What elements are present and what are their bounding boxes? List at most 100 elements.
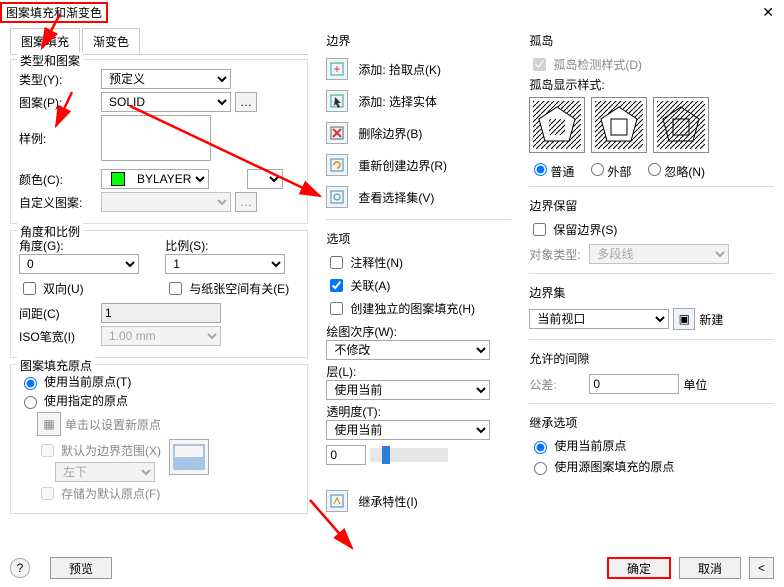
ok-button[interactable]: 确定 <box>607 557 671 579</box>
set-origin-button: ▦ <box>37 412 61 436</box>
collapse-button[interactable]: < <box>749 557 774 579</box>
iso-select[interactable]: 1.00 mm <box>101 326 221 346</box>
iso-label: ISO笔宽(I) <box>19 328 97 345</box>
bidir-checkbox[interactable] <box>23 282 36 295</box>
group-title: 角度和比例 <box>17 223 83 240</box>
default-bound-label: 默认为边界范围(X) <box>61 442 161 459</box>
add-select-label[interactable]: 添加: 选择实体 <box>358 93 437 110</box>
associative-label: 关联(A) <box>350 277 390 294</box>
close-icon[interactable]: ✕ <box>762 4 774 21</box>
add-select-icon[interactable] <box>326 90 348 112</box>
tab-gradient[interactable]: 渐变色 <box>82 28 140 54</box>
help-icon[interactable]: ? <box>10 558 30 578</box>
transparency-slider[interactable] <box>370 448 448 462</box>
boundary-set-new-icon[interactable]: ▣ <box>673 308 695 330</box>
associative-checkbox[interactable] <box>330 279 343 292</box>
inherit-source-radio[interactable] <box>534 462 547 475</box>
preview-button[interactable]: 预览 <box>50 557 112 579</box>
independent-label: 创建独立的图案填充(H) <box>350 300 475 317</box>
objtype-select: 多段线 <box>589 244 729 264</box>
boundary-set-select[interactable]: 当前视口 <box>529 309 669 329</box>
island-detect-label: 孤岛检测样式(D) <box>553 56 642 73</box>
view-selection-label[interactable]: 查看选择集(V) <box>358 189 434 206</box>
custom-pattern-label: 自定义图案: <box>19 194 97 211</box>
island-ignore-icon[interactable] <box>653 97 709 153</box>
origin-preview-icon <box>169 439 209 475</box>
retain-boundary-checkbox[interactable] <box>533 223 546 236</box>
type-label: 类型(Y): <box>19 71 97 88</box>
use-spec-origin-radio[interactable] <box>24 396 37 409</box>
recreate-boundary-icon[interactable] <box>326 154 348 176</box>
window-title: 图案填充和渐变色 <box>0 2 108 23</box>
add-pick-icon[interactable]: + <box>326 58 348 80</box>
paperspace-checkbox[interactable] <box>169 282 182 295</box>
delete-boundary-label[interactable]: 删除边界(B) <box>358 125 422 142</box>
delete-boundary-icon[interactable] <box>326 122 348 144</box>
island-normal-radio[interactable] <box>534 163 547 176</box>
retain-title: 边界保留 <box>529 197 774 214</box>
boundary-set-title: 边界集 <box>529 284 774 301</box>
color-label: 颜色(C): <box>19 171 97 188</box>
island-outer-label: 外部 <box>607 165 631 179</box>
color-swatch-icon <box>111 172 125 186</box>
store-default-label: 存储为默认原点(F) <box>61 485 160 502</box>
tolerance-input[interactable] <box>589 374 679 394</box>
inherit-current-label: 使用当前原点 <box>554 437 626 454</box>
pattern-label: 图案(P): <box>19 94 97 111</box>
island-outer-icon[interactable] <box>591 97 647 153</box>
use-current-origin-radio[interactable] <box>24 377 37 390</box>
pattern-browse-button[interactable]: … <box>235 92 257 112</box>
options-title: 选项 <box>326 230 511 247</box>
island-ignore-radio[interactable] <box>648 163 661 176</box>
island-ignore-label: 忽略(N) <box>664 165 705 179</box>
angle-scale-group: 角度和比例 角度(G): 0 比例(S): 1 双向(U) 与纸张空间有关(E)… <box>10 230 308 358</box>
cancel-button[interactable]: 取消 <box>679 557 741 579</box>
boundary-set-new-label[interactable]: 新建 <box>699 311 723 328</box>
bidir-label: 双向(U) <box>43 280 84 297</box>
island-outer-radio[interactable] <box>591 163 604 176</box>
inherit-current-radio[interactable] <box>534 441 547 454</box>
independent-checkbox[interactable] <box>330 302 343 315</box>
group-title: 图案填充原点 <box>17 357 95 374</box>
sample-swatch <box>101 115 211 161</box>
draworder-select[interactable]: 不修改 <box>326 340 490 360</box>
scale-label: 比例(S): <box>165 239 208 253</box>
transparency-label: 透明度(T): <box>326 403 511 420</box>
sample-label: 样例: <box>19 130 97 147</box>
inherit-label[interactable]: 继承特性(I) <box>358 493 417 510</box>
gap-title: 允许的间隙 <box>529 350 774 367</box>
island-normal-icon[interactable] <box>529 97 585 153</box>
color-shade-select[interactable] <box>247 169 283 189</box>
inherit-options-title: 继承选项 <box>529 414 774 431</box>
transparency-select[interactable]: 使用当前 <box>326 420 490 440</box>
recreate-boundary-label[interactable]: 重新创建边界(R) <box>358 157 447 174</box>
type-select[interactable]: 预定义 <box>101 69 231 89</box>
retain-boundary-label: 保留边界(S) <box>553 221 617 238</box>
origin-group: 图案填充原点 使用当前原点(T) 使用指定的原点 ▦单击以设置新原点 默认为边界… <box>10 364 308 514</box>
transparency-input[interactable] <box>326 445 366 465</box>
boundary-title: 边界 <box>326 32 511 49</box>
default-bound-checkbox <box>41 444 54 457</box>
tolerance-label: 公差: <box>529 376 585 393</box>
scale-select[interactable]: 1 <box>165 254 285 274</box>
set-origin-label: 单击以设置新原点 <box>65 416 161 433</box>
tab-hatch[interactable]: 图案填充 <box>10 28 80 54</box>
use-spec-origin-label: 使用指定的原点 <box>44 392 128 409</box>
angle-select[interactable]: 0 <box>19 254 139 274</box>
custom-pattern-select[interactable] <box>101 192 231 212</box>
type-pattern-group: 类型和图案 类型(Y): 预定义 图案(P): SOLID … 样例: 颜色(C… <box>10 59 308 224</box>
titlebar: 图案填充和渐变色 ✕ <box>0 0 784 24</box>
pattern-select[interactable]: SOLID <box>101 92 231 112</box>
annotative-checkbox[interactable] <box>330 256 343 269</box>
use-current-origin-label: 使用当前原点(T) <box>44 373 131 390</box>
layer-select[interactable]: 使用当前 <box>326 380 490 400</box>
inherit-source-label: 使用源图案填充的原点 <box>554 458 674 475</box>
add-pick-label[interactable]: 添加: 拾取点(K) <box>358 61 441 78</box>
color-value: BYLAYER <box>137 172 191 186</box>
island-detect-checkbox <box>533 58 546 71</box>
gap-input[interactable] <box>101 303 221 323</box>
custom-browse-button: … <box>235 192 257 212</box>
view-selection-icon[interactable] <box>326 186 348 208</box>
svg-text:+: + <box>334 62 341 76</box>
inherit-icon[interactable] <box>326 490 348 512</box>
